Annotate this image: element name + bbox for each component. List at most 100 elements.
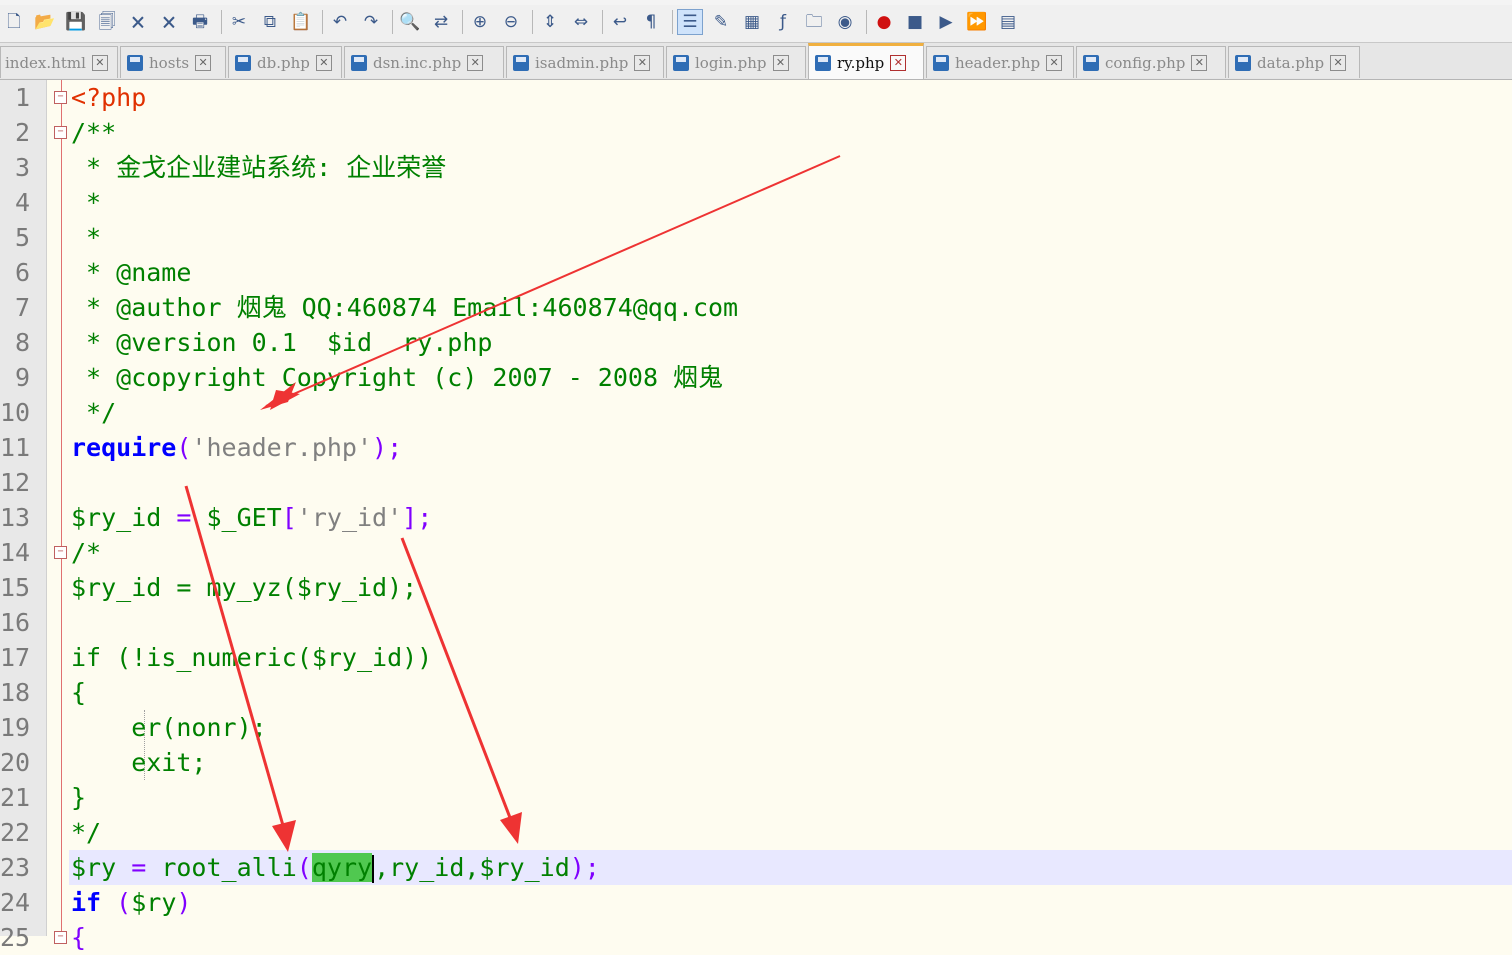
copy-icon[interactable]: ⧉ — [258, 10, 282, 34]
close-tab-icon[interactable]: ✕ — [467, 54, 484, 71]
code-line-11[interactable]: require('header.php'); — [71, 430, 402, 465]
code-line-2[interactable]: /** — [71, 115, 116, 150]
word-wrap-icon[interactable]: ↩ — [608, 10, 632, 34]
code-line-14[interactable]: /* — [71, 535, 101, 570]
code-editor[interactable]: − − − − <?php /** * 金戈企业建站系统: 企业荣誉 * * *… — [0, 80, 1512, 952]
code-line-22[interactable]: */ — [71, 815, 101, 850]
tab-data-php[interactable]: data.php ✕ — [1228, 46, 1360, 78]
sync-horizontal-icon[interactable]: ⇔ — [569, 10, 593, 34]
tab-db-php[interactable]: db.php ✕ — [228, 46, 342, 78]
replace-icon[interactable]: ⇄ — [429, 10, 453, 34]
tab-bar: index.html ✕ hosts ✕ db.php ✕ dsn.inc.ph… — [0, 43, 1512, 80]
user-lang-icon[interactable]: ✎ — [709, 10, 733, 34]
close-tab-icon[interactable]: ✕ — [634, 54, 651, 71]
code-line-21[interactable]: } — [71, 780, 86, 815]
doc-map-icon[interactable]: ▦ — [740, 10, 764, 34]
line-number: 12 — [0, 468, 31, 497]
close-tab-icon[interactable]: ✕ — [1330, 54, 1347, 71]
play-macro-icon[interactable]: ▶ — [934, 10, 958, 34]
tab-label: index.html — [5, 53, 86, 72]
tab-ry-php[interactable]: ry.php ✕ — [808, 43, 924, 79]
save-macro-icon[interactable]: ▤ — [996, 10, 1020, 34]
close-all-icon[interactable]: 🗙 — [157, 10, 181, 34]
find-icon[interactable]: 🔍 — [398, 10, 422, 34]
save-icon[interactable]: 💾 — [64, 10, 88, 34]
tab-dsn-inc-php[interactable]: dsn.inc.php ✕ — [344, 46, 504, 78]
stop-record-icon[interactable]: ■ — [903, 10, 927, 34]
line-number: 15 — [0, 573, 31, 602]
code-line-23[interactable]: $ry = root_alli(qyry,ry_id,$ry_id); — [69, 850, 1512, 885]
run-macro-multiple-icon[interactable]: ⏩ — [965, 10, 989, 34]
line-number: 24 — [0, 888, 31, 917]
code-line-5[interactable]: * — [71, 220, 101, 255]
fold-collapse-icon[interactable]: − — [54, 931, 67, 944]
tab-index-html[interactable]: index.html ✕ — [0, 46, 118, 78]
function-list-icon[interactable]: ƒ — [771, 10, 795, 34]
cut-icon[interactable]: ✂ — [227, 10, 251, 34]
variable: $ry — [71, 853, 132, 882]
new-icon[interactable]: 🗋 — [2, 10, 26, 34]
keyword-require: require — [71, 433, 177, 462]
tab-isadmin-php[interactable]: isadmin.php ✕ — [506, 46, 664, 78]
operator: ( — [296, 853, 312, 882]
tab-login-php[interactable]: login.php ✕ — [666, 46, 806, 78]
string-literal: 'header.php' — [191, 433, 373, 462]
close-tab-icon[interactable]: ✕ — [1046, 54, 1063, 71]
fold-collapse-icon[interactable]: − — [54, 126, 67, 139]
code-line-6[interactable]: * @name — [71, 255, 191, 290]
code-line-24[interactable]: if ($ry) — [71, 885, 191, 920]
fold-collapse-icon[interactable]: − — [54, 546, 67, 559]
show-all-chars-icon[interactable]: ¶ — [639, 10, 663, 34]
code-line-13[interactable]: $ry_id = $_GET['ry_id']; — [71, 500, 432, 535]
file-saved-icon — [1083, 54, 1099, 71]
close-tab-icon[interactable]: ✕ — [890, 54, 907, 71]
close-tab-icon[interactable]: ✕ — [315, 54, 332, 71]
code-line-7[interactable]: * @author 烟鬼 QQ:460874 Email:460874@qq.c… — [71, 290, 738, 325]
tab-header-php[interactable]: header.php ✕ — [926, 46, 1074, 78]
code-line-25[interactable]: { — [71, 920, 86, 955]
toolbar-separator — [322, 10, 323, 34]
code-line-4[interactable]: * — [71, 185, 101, 220]
code-line-3[interactable]: * 金戈企业建站系统: 企业荣誉 — [71, 150, 446, 185]
close-icon[interactable]: 🗙 — [126, 10, 150, 34]
line-number: 3 — [14, 153, 30, 182]
print-icon[interactable]: 🖶 — [188, 10, 212, 34]
monitor-icon[interactable]: ◉ — [833, 10, 857, 34]
sync-vertical-icon[interactable]: ⇕ — [538, 10, 562, 34]
close-tab-icon[interactable]: ✕ — [91, 54, 108, 71]
code-line-8[interactable]: * @version 0.1 $id ry.php — [71, 325, 492, 360]
zoom-in-icon[interactable]: ⊕ — [468, 10, 492, 34]
comment-text: /** — [71, 118, 117, 147]
tab-config-php[interactable]: config.php ✕ — [1076, 46, 1226, 78]
keyword-if: if — [71, 888, 102, 917]
indent-guide-icon[interactable]: ☰ — [677, 9, 703, 35]
code-line-1[interactable]: <?php — [71, 80, 146, 115]
code-line-17[interactable]: if (!is_numeric($ry_id)) — [71, 640, 432, 675]
selected-word-highlight: qyry — [311, 853, 373, 882]
tab-hosts[interactable]: hosts ✕ — [120, 46, 226, 78]
code-line-18[interactable]: { — [71, 675, 86, 710]
line-number: 8 — [14, 328, 30, 357]
record-macro-icon[interactable]: ● — [872, 10, 896, 34]
code-line-19[interactable]: er(nonr); — [71, 710, 266, 745]
fold-margin[interactable] — [47, 80, 69, 936]
paste-icon[interactable]: 📋 — [289, 10, 313, 34]
code-line-15[interactable]: $ry_id = my_yz($ry_id); — [71, 570, 417, 605]
code-line-9[interactable]: * @copyright Copyright (c) 2007 - 2008 烟… — [71, 360, 723, 395]
close-tab-icon[interactable]: ✕ — [1191, 54, 1208, 71]
line-number: 23 — [0, 853, 31, 882]
file-saved-icon — [933, 54, 949, 71]
fold-collapse-icon[interactable]: − — [54, 91, 67, 104]
folder-workspace-icon[interactable]: 🗀 — [802, 10, 826, 34]
code-line-10[interactable]: */ — [71, 395, 116, 430]
code-line-20[interactable]: exit; — [71, 745, 206, 780]
operator: { — [71, 923, 87, 952]
open-icon[interactable]: 📂 — [33, 10, 57, 34]
redo-icon[interactable]: ↷ — [359, 10, 383, 34]
zoom-out-icon[interactable]: ⊖ — [499, 10, 523, 34]
operator: ( — [101, 888, 132, 917]
undo-icon[interactable]: ↶ — [328, 10, 352, 34]
save-all-icon[interactable]: 🗐 — [95, 10, 119, 34]
close-tab-icon[interactable]: ✕ — [195, 54, 212, 71]
close-tab-icon[interactable]: ✕ — [772, 54, 789, 71]
